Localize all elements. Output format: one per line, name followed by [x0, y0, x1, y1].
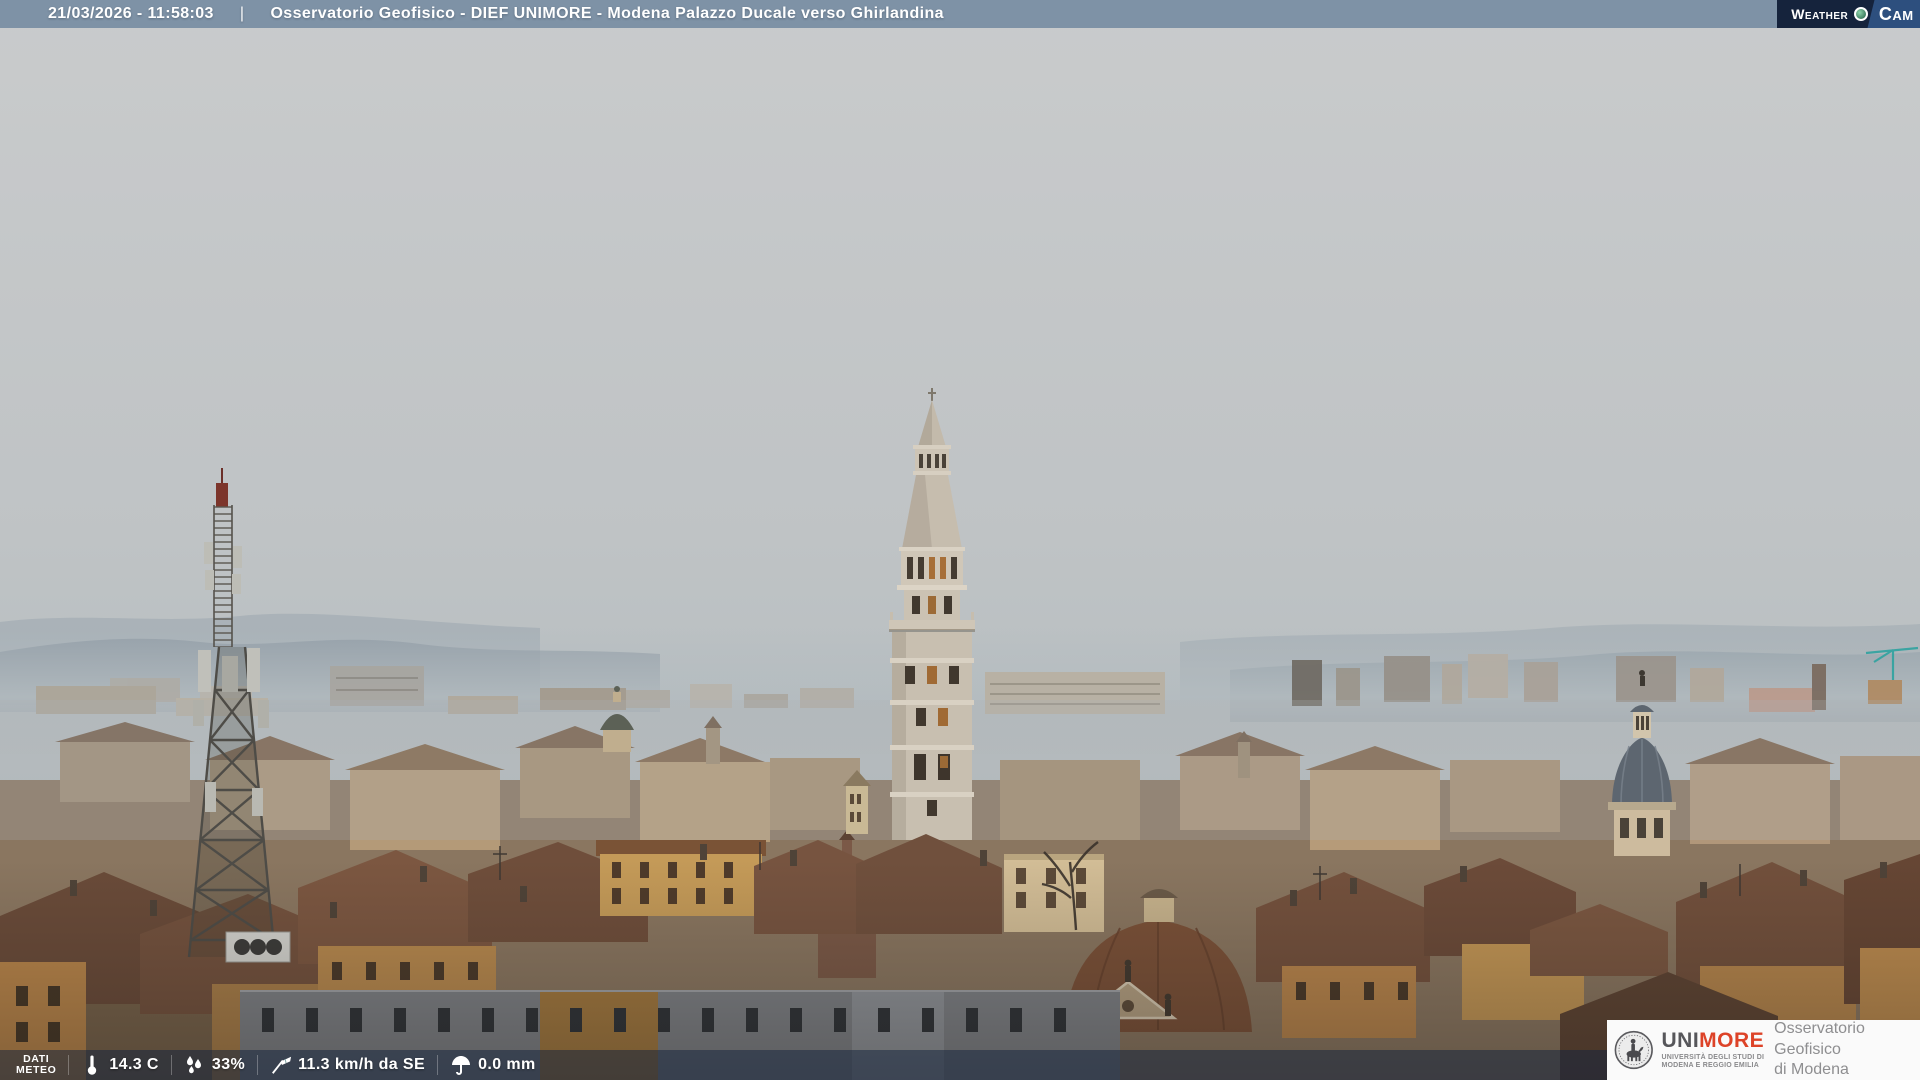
brand-more: MORE [1699, 1028, 1765, 1052]
temperature-value: 14.3 C [109, 1056, 159, 1073]
divider [257, 1055, 259, 1075]
unimore-credit-card: UNIMORE UNIVERSITÀ DEGLI STUDI DI MODENA… [1607, 1020, 1920, 1080]
brand-uni: UNI [1661, 1028, 1700, 1052]
humidity-reading: 33% [184, 1054, 245, 1076]
divider [68, 1055, 70, 1075]
divider [170, 1055, 172, 1075]
wind-reading: 11.3 km/h da SE [270, 1054, 425, 1076]
rain-reading: 0.0 mm [450, 1054, 536, 1076]
weather-data-label: DATI METEO [16, 1052, 57, 1076]
unimore-seal [1614, 1030, 1653, 1070]
humidity-drops-icon [184, 1054, 206, 1076]
weathercam-word2: Cam [1879, 3, 1914, 24]
divider [437, 1055, 439, 1075]
observatory-name: Osservatorio Geofisico di Modena [1774, 1019, 1865, 1079]
windsock-icon [270, 1054, 292, 1076]
city-panorama [0, 0, 1920, 1080]
timestamp: 21/03/2026 - 11:58:03 [48, 5, 214, 22]
rain-value: 0.0 mm [478, 1056, 536, 1073]
thermometer-icon [81, 1054, 103, 1076]
title-bar: 21/03/2026 - 11:58:03 | Osservatorio Geo… [0, 0, 1920, 28]
webcam-frame: 21/03/2026 - 11:58:03 | Osservatorio Geo… [0, 0, 1920, 1080]
temperature-reading: 14.3 C [81, 1054, 159, 1076]
university-subtitle: UNIVERSITÀ DEGLI STUDI DI MODENA E REGGI… [1661, 1053, 1765, 1069]
humidity-value: 33% [211, 1056, 246, 1073]
weathercam-word1: Weather [1791, 6, 1849, 22]
weathercam-globe-icon [1854, 7, 1869, 21]
camera-title: Osservatorio Geofisico - DIEF UNIMORE - … [270, 5, 944, 22]
unimore-wordmark: UNIMORE UNIVERSITÀ DEGLI STUDI DI MODENA… [1661, 1030, 1764, 1071]
divider: | [239, 5, 245, 22]
umbrella-icon [450, 1054, 472, 1076]
wind-value: 11.3 km/h da SE [298, 1056, 426, 1073]
weathercam-logo: Weather Cam [1777, 0, 1920, 28]
